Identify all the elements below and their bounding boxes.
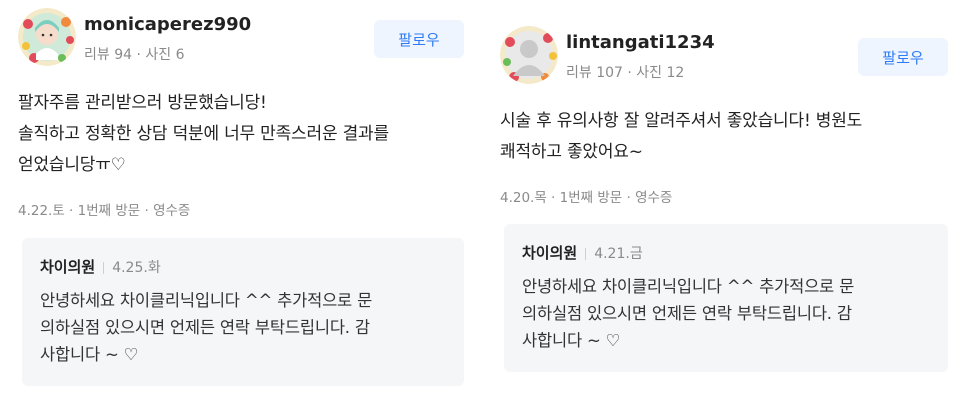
review-text: 시술 후 유의사항 잘 알려주셔서 좋았습니다! 병원도 쾌적하고 좋았어요~ bbox=[500, 106, 948, 168]
default-avatar-icon[interactable] bbox=[500, 26, 558, 84]
reply-line: 의하실점 있으시면 언제든 연락 부탁드립니다. 감 bbox=[522, 304, 852, 323]
reply-line: 안녕하세요 차이클리닉입니다 ^^ 추가적으로 문 bbox=[40, 291, 373, 310]
review-header: lintangati1234 리뷰 107 · 사진 12 팔로우 bbox=[500, 26, 948, 88]
owner-reply: 차이의원 4.25.화 안녕하세요 차이클리닉입니다 ^^ 추가적으로 문 의하실… bbox=[22, 238, 464, 386]
review-card: monicaperez990 리뷰 94 · 사진 6 팔로우 팔자주름 관리받… bbox=[18, 8, 464, 386]
reply-date: 4.21.금 bbox=[594, 246, 643, 262]
review-text: 팔자주름 관리받으러 방문했습니당! 솔직하고 정확한 상담 덕분에 너무 만족… bbox=[18, 88, 464, 181]
reply-line: 안녕하세요 차이클리닉입니다 ^^ 추가적으로 문 bbox=[522, 277, 855, 296]
divider bbox=[585, 247, 587, 260]
follow-button[interactable]: 팔로우 bbox=[858, 38, 948, 76]
username[interactable]: lintangati1234 bbox=[566, 32, 715, 53]
review-header: monicaperez990 리뷰 94 · 사진 6 팔로우 bbox=[18, 8, 464, 70]
review-line: 솔직하고 정확한 상담 덕분에 너무 만족스러운 결과를 bbox=[18, 124, 389, 144]
reply-header: 차이의원 4.21.금 bbox=[522, 242, 930, 263]
username[interactable]: monicaperez990 bbox=[84, 14, 251, 35]
review-line: 시술 후 유의사항 잘 알려주셔서 좋았습니다! 병원도 bbox=[500, 111, 863, 131]
reply-text: 안녕하세요 차이클리닉입니다 ^^ 추가적으로 문 의하실점 있으시면 언제든 … bbox=[40, 287, 446, 368]
review-line: 얻었습니당ㅠ♡ bbox=[18, 155, 126, 175]
user-meta: 리뷰 107 · 사진 12 bbox=[566, 65, 685, 81]
visit-info: 4.20.목 · 1번째 방문 · 영수증 bbox=[500, 190, 673, 206]
reply-line: 의하실점 있으시면 언제든 연락 부탁드립니다. 감 bbox=[40, 318, 370, 337]
visit-info: 4.22.토 · 1번째 방문 · 영수증 bbox=[18, 203, 191, 219]
reply-text: 안녕하세요 차이클리닉입니다 ^^ 추가적으로 문 의하실점 있으시면 언제든 … bbox=[522, 273, 930, 354]
owner-reply: 차이의원 4.21.금 안녕하세요 차이클리닉입니다 ^^ 추가적으로 문 의하실… bbox=[504, 224, 948, 372]
reply-line: 사합니다 ~ ♡ bbox=[40, 345, 139, 364]
reply-line: 사합니다 ~ ♡ bbox=[522, 331, 621, 350]
follow-button[interactable]: 팔로우 bbox=[374, 20, 464, 58]
reply-author: 차이의원 bbox=[40, 258, 96, 276]
reply-author: 차이의원 bbox=[522, 244, 578, 262]
reply-date: 4.25.화 bbox=[112, 260, 161, 276]
review-line: 쾌적하고 좋았어요~ bbox=[500, 142, 643, 162]
reply-header: 차이의원 4.25.화 bbox=[40, 256, 446, 277]
avatar-icon[interactable] bbox=[18, 8, 76, 66]
review-line: 팔자주름 관리받으러 방문했습니당! bbox=[18, 93, 267, 113]
review-card: lintangati1234 리뷰 107 · 사진 12 팔로우 시술 후 유… bbox=[500, 26, 948, 372]
divider bbox=[103, 261, 105, 274]
user-meta: 리뷰 94 · 사진 6 bbox=[84, 47, 185, 63]
